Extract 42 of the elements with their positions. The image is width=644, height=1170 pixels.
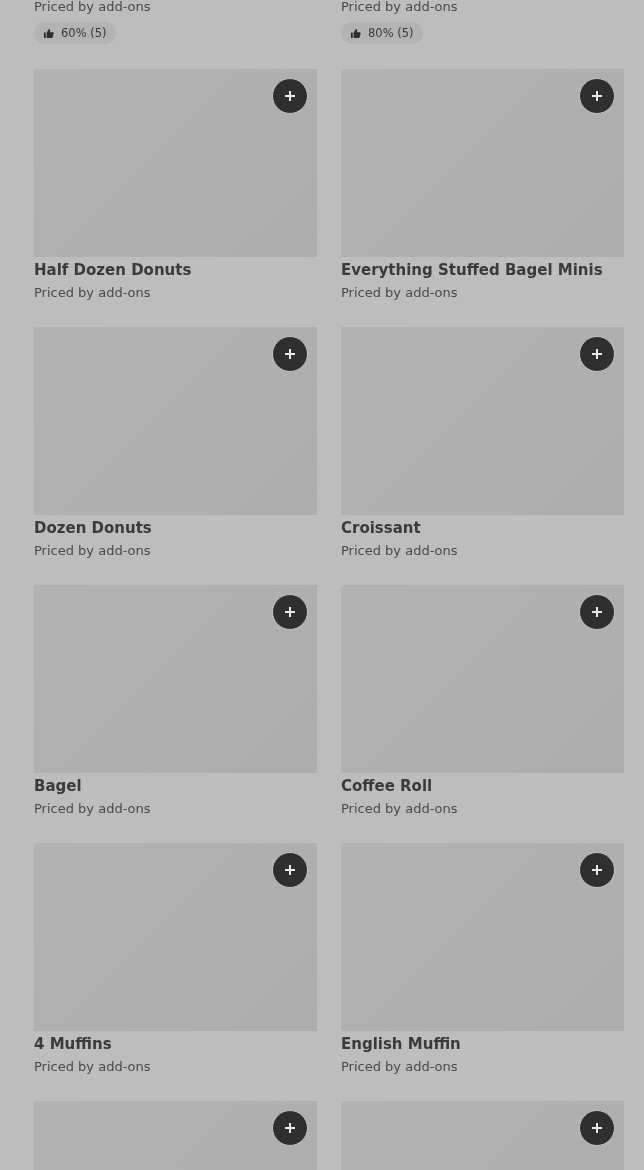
item-name[interactable]: Half Dozen Donuts <box>34 261 317 279</box>
item-name[interactable]: Everything Stuffed Bagel Minis <box>341 261 624 279</box>
item-name[interactable]: Bagel <box>34 777 317 795</box>
thumbs-up-icon <box>43 27 54 39</box>
item-name[interactable]: Croissant <box>341 519 624 537</box>
add-button[interactable] <box>579 852 615 888</box>
add-button[interactable] <box>272 594 308 630</box>
item-price: Priced by add-ons <box>341 542 459 560</box>
rating-text: 60% (5) <box>61 26 107 40</box>
plus-icon <box>284 1122 296 1134</box>
add-button[interactable] <box>272 1110 308 1146</box>
add-button[interactable] <box>579 336 615 372</box>
rating-text: 80% (5) <box>368 26 414 40</box>
item-price: Priced by add-ons <box>34 542 152 560</box>
add-button[interactable] <box>272 336 308 372</box>
plus-icon <box>591 348 603 360</box>
item-price: Priced by add-ons <box>341 800 459 818</box>
plus-icon <box>591 606 603 618</box>
item-name[interactable]: Coffee Roll <box>341 777 624 795</box>
item-price: Priced by add-ons <box>341 284 459 302</box>
item-price: Priced by add-ons <box>341 0 459 14</box>
add-button[interactable] <box>579 594 615 630</box>
plus-icon <box>284 348 296 360</box>
item-price: Priced by add-ons <box>34 800 152 818</box>
item-price: Priced by add-ons <box>34 0 152 14</box>
plus-icon <box>284 606 296 618</box>
add-button[interactable] <box>579 1110 615 1146</box>
plus-icon <box>591 90 603 102</box>
add-button[interactable] <box>272 852 308 888</box>
plus-icon <box>591 1122 603 1134</box>
add-button[interactable] <box>579 78 615 114</box>
item-name[interactable]: English Muffin <box>341 1035 624 1053</box>
thumbs-up-icon <box>350 27 361 39</box>
item-price: Priced by add-ons <box>34 1058 152 1076</box>
item-price: Priced by add-ons <box>34 284 152 302</box>
add-button[interactable] <box>272 78 308 114</box>
plus-icon <box>284 90 296 102</box>
plus-icon <box>591 864 603 876</box>
item-name[interactable]: 4 Muffins <box>34 1035 317 1053</box>
plus-icon <box>284 864 296 876</box>
item-name[interactable]: Dozen Donuts <box>34 519 317 537</box>
item-price: Priced by add-ons <box>341 1058 459 1076</box>
